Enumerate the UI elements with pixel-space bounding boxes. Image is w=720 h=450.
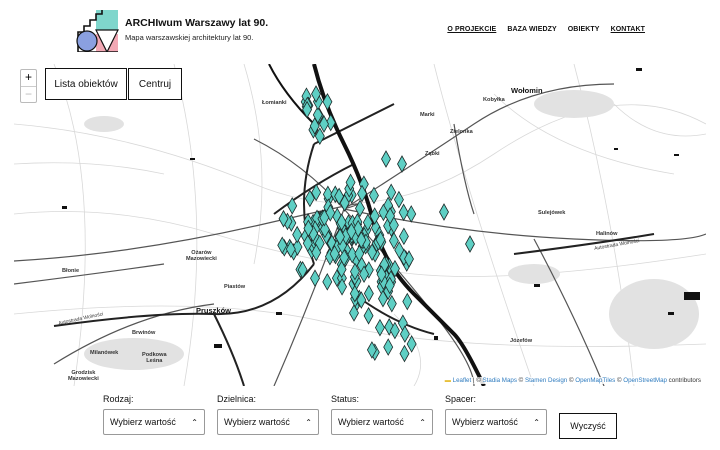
chevron-up-down-icon: ⌃: [419, 417, 426, 427]
attrib-contributors: contributors: [666, 377, 701, 384]
map-marker[interactable]: [439, 203, 449, 221]
rodzaj-select[interactable]: Wybierz wartość ⌃: [103, 409, 205, 435]
nav-baza-wiedzy[interactable]: BAZA WIEDZY: [507, 26, 556, 33]
filter-spacer-label: Spacer:: [445, 394, 477, 404]
ukraine-flag-icon: ▬: [444, 377, 451, 384]
spacer-select[interactable]: Wybierz wartość ⌃: [445, 409, 547, 435]
filter-rodzaj: Rodzaj: Wybierz wartość ⌃: [103, 394, 205, 435]
zoom-out-button[interactable]: −: [21, 86, 36, 102]
filter-dzielnica-label: Dzielnica:: [217, 394, 257, 404]
zoom-control: + −: [20, 69, 37, 103]
filter-status-label: Status:: [331, 394, 360, 404]
dzielnica-select[interactable]: Wybierz wartość ⌃: [217, 409, 319, 435]
stadia-link[interactable]: Stadia Maps: [483, 377, 517, 384]
map-view[interactable]: Wołomin Łomianki Kobyłka Marki Zielonka …: [14, 64, 706, 386]
map-attribution: ▬ Leaflet | © Stadia Maps © Stamen Desig…: [442, 377, 703, 384]
attrib-sep: ©: [516, 377, 525, 384]
map-marker[interactable]: [292, 225, 303, 244]
map-marker[interactable]: [393, 190, 404, 209]
filter-status: Status: Wybierz wartość ⌃: [331, 394, 433, 435]
map-marker[interactable]: [381, 150, 391, 168]
center-map-button[interactable]: Centruj: [128, 68, 182, 100]
spacer-select-value: Wybierz wartość: [452, 417, 518, 427]
clear-filters-button[interactable]: Wyczyść: [559, 413, 617, 439]
map-marker[interactable]: [368, 186, 379, 205]
filter-dzielnica: Dzielnica: Wybierz wartość ⌃: [217, 394, 319, 435]
site-subtitle: Mapa warszawskiej architektury lat 90.: [125, 33, 254, 42]
map-marker[interactable]: [465, 235, 475, 253]
map-marker[interactable]: [398, 203, 409, 222]
nav-obiekty[interactable]: OBIEKTY: [568, 26, 600, 33]
site-title[interactable]: ARCHIwum Warszawy lat 90.: [125, 17, 268, 29]
object-list-button[interactable]: Lista obiektów: [45, 68, 127, 100]
zoom-in-button[interactable]: +: [21, 70, 36, 86]
filter-bar: Rodzaj: Wybierz wartość ⌃ Dzielnica: Wyb…: [0, 386, 720, 450]
map-marker[interactable]: [363, 306, 374, 325]
status-select[interactable]: Wybierz wartość ⌃: [331, 409, 433, 435]
chevron-up-down-icon: ⌃: [305, 417, 312, 427]
dzielnica-select-value: Wybierz wartość: [224, 417, 290, 427]
map-marker[interactable]: [399, 344, 410, 363]
osm-link[interactable]: OpenStreetMap: [623, 377, 667, 384]
rodzaj-select-value: Wybierz wartość: [110, 417, 176, 427]
map-marker[interactable]: [287, 197, 298, 215]
attrib-sep: | ©: [471, 377, 483, 384]
leaflet-link[interactable]: Leaflet: [453, 377, 472, 384]
map-marker[interactable]: [383, 338, 394, 356]
site-header: ARCHIwum Warszawy lat 90. Mapa warszawsk…: [0, 0, 720, 64]
map-marker[interactable]: [310, 269, 320, 288]
stamen-link[interactable]: Stamen Design: [525, 377, 567, 384]
nav-kontakt[interactable]: KONTAKT: [611, 26, 645, 33]
filter-rodzaj-label: Rodzaj:: [103, 394, 134, 404]
map-marker[interactable]: [374, 318, 385, 337]
map-marker[interactable]: [322, 92, 333, 111]
chevron-up-down-icon: ⌃: [191, 417, 198, 427]
main-nav: O PROJEKCIE BAZA WIEDZY OBIEKTY KONTAKT: [447, 26, 645, 33]
map-marker[interactable]: [406, 205, 417, 223]
chevron-up-down-icon: ⌃: [533, 417, 540, 427]
openmaptiles-link[interactable]: OpenMapTiles: [575, 377, 615, 384]
marker-layer: [277, 85, 475, 363]
map-marker[interactable]: [322, 273, 333, 291]
map-marker[interactable]: [402, 292, 413, 311]
map-marker[interactable]: [398, 227, 409, 246]
map-marker[interactable]: [397, 155, 407, 173]
map-marker[interactable]: [406, 335, 417, 353]
status-select-value: Wybierz wartość: [338, 417, 404, 427]
logo[interactable]: [76, 8, 120, 52]
filter-spacer: Spacer: Wybierz wartość ⌃: [445, 394, 547, 435]
nav-o-projekcie[interactable]: O PROJEKCIE: [447, 26, 496, 33]
